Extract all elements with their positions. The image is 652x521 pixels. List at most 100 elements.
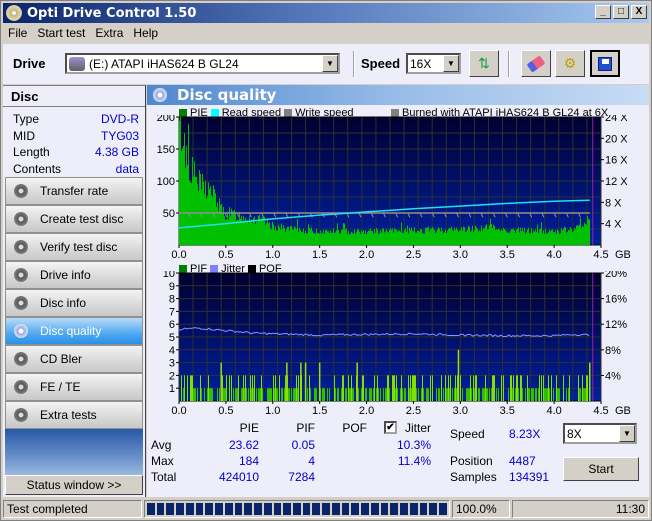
- y-tick-label: 1: [169, 383, 175, 395]
- disc-type-label: Type: [13, 112, 40, 126]
- disc-mid-label: MID: [13, 128, 35, 143]
- position-label: Position: [450, 454, 493, 468]
- y-right-tick-label: 16%: [605, 294, 627, 306]
- x-tick-label: 4.0: [546, 249, 561, 260]
- y-tick-label: 6: [169, 319, 175, 331]
- speed-label: Speed: [361, 56, 401, 71]
- speed-select[interactable]: 16X ▼: [406, 53, 461, 74]
- settings-button[interactable]: ⚙: [555, 50, 585, 77]
- disc-contents-label: Contents: [13, 161, 62, 176]
- x-tick-label: 1.5: [312, 405, 327, 416]
- disc-icon: [14, 352, 28, 366]
- progress-block: [409, 503, 418, 515]
- chevron-down-icon[interactable]: ▼: [443, 55, 459, 72]
- erase-button[interactable]: [521, 50, 551, 77]
- drive-icon: [69, 56, 85, 71]
- progress-block: [283, 503, 292, 515]
- x-tick-label: 4.5: [593, 405, 608, 416]
- x-tick-label: 2.0: [359, 405, 374, 416]
- x-tick-label: 2.5: [406, 249, 421, 260]
- x-tick-label: 3.0: [453, 405, 468, 416]
- save-button[interactable]: [590, 50, 620, 77]
- y-tick-label: 3: [169, 358, 175, 370]
- jitter-checkbox[interactable]: ✔: [384, 421, 397, 434]
- y-tick-label: 4: [169, 345, 175, 357]
- nav-disc-quality[interactable]: Disc quality: [5, 317, 143, 345]
- x-axis-unit: GB: [615, 249, 631, 260]
- disc-length-label: Length: [13, 145, 50, 159]
- nav-label: Create test disc: [40, 212, 124, 226]
- x-tick-label: 0.0: [171, 405, 186, 416]
- minimize-button[interactable]: _: [595, 5, 611, 19]
- chevron-down-icon[interactable]: ▼: [619, 425, 635, 442]
- progress-block: [215, 503, 223, 515]
- nav-fe-te[interactable]: FE / TE: [5, 373, 143, 401]
- progress-block: [419, 503, 428, 515]
- nav-transfer-rate[interactable]: Transfer rate: [5, 177, 143, 205]
- disc-row-type: Type DVD-R: [3, 111, 145, 128]
- progress-block: [380, 503, 389, 515]
- nav-cd-bler[interactable]: CD Bler: [5, 345, 143, 373]
- test-speed-select[interactable]: 8X ▼: [563, 423, 637, 444]
- menu-file[interactable]: File: [3, 26, 32, 40]
- status-time: 11:30: [512, 500, 649, 518]
- y-tick-label: 10: [163, 271, 175, 280]
- nav-disc-info[interactable]: Disc info: [5, 289, 143, 317]
- title-bar: Opti Drive Control 1.50 _ □ X: [3, 3, 649, 23]
- y-right-tick-label: 12 X: [605, 176, 628, 188]
- maximize-button[interactable]: □: [613, 5, 629, 19]
- close-button[interactable]: X: [631, 5, 647, 19]
- disc-icon: [14, 240, 28, 254]
- refresh-icon: ⇅: [478, 55, 490, 71]
- avg-jitter: 10.3%: [396, 438, 431, 452]
- pie-chart: 0.0 0.5 1.0 1.5 2.0 2.5 3.0 3.5 4.0 4.5 GB 50 100 150…: [157, 115, 631, 260]
- x-tick-label: 4.0: [546, 405, 561, 416]
- menu-extra[interactable]: Extra: [90, 26, 128, 40]
- toolbar-divider: [508, 51, 510, 77]
- x-tick-label: 0.5: [218, 249, 233, 260]
- y-tick-label: 200: [157, 115, 175, 124]
- start-button[interactable]: Start: [563, 457, 639, 481]
- refresh-button[interactable]: ⇅: [469, 50, 499, 77]
- nav-verify-test-disc[interactable]: Verify test disc: [5, 233, 143, 261]
- speed-stat-value: 8.23X: [509, 427, 541, 441]
- speed-stat-label: Speed: [450, 427, 485, 441]
- disc-icon: [14, 408, 28, 422]
- nav-drive-info[interactable]: Drive info: [5, 261, 143, 289]
- x-tick-label: 2.5: [406, 405, 421, 416]
- section-header: Disc quality: [147, 85, 649, 105]
- drive-label: Drive: [13, 56, 46, 71]
- speed-select-value: 16X: [410, 56, 432, 71]
- progress-block: [185, 503, 194, 515]
- progress-block: [331, 503, 340, 515]
- menu-help[interactable]: Help: [128, 26, 163, 40]
- disc-row-mid: MID TYG03: [3, 128, 145, 145]
- progress-block: [312, 503, 321, 515]
- toolbar: Drive (E:) ATAPI iHAS624 B GL24 ▼ Speed …: [3, 44, 649, 84]
- avg-pie: 23.62: [228, 438, 259, 452]
- chevron-down-icon[interactable]: ▼: [322, 55, 338, 72]
- nav-label: Transfer rate: [40, 184, 109, 198]
- y-right-tick-label: 20%: [605, 271, 627, 280]
- x-tick-label: 2.0: [359, 249, 374, 260]
- nav-create-test-disc[interactable]: Create test disc: [5, 205, 143, 233]
- progress-block: [370, 503, 379, 515]
- y-right-tick-label: 8%: [605, 345, 621, 357]
- disc-row-length: Length 4.38 GB: [3, 144, 145, 161]
- disc-mid-value: TYG03: [100, 128, 139, 143]
- drive-select-value: (E:) ATAPI iHAS624 B GL24: [89, 56, 239, 71]
- y-right-tick-label: 24 X: [605, 115, 628, 124]
- nav-extra-tests[interactable]: Extra tests: [5, 401, 143, 429]
- disc-icon: [14, 184, 28, 198]
- main-panel: Disc quality PIE Read speed Write speed …: [147, 85, 649, 497]
- menu-start-test[interactable]: Start test: [32, 26, 90, 40]
- status-window-button[interactable]: Status window >>: [5, 475, 143, 495]
- x-tick-label: 0.0: [171, 249, 186, 260]
- y-right-tick-label: 12%: [605, 319, 627, 331]
- progress-block: [302, 503, 311, 515]
- nav-label: Extra tests: [40, 408, 97, 422]
- max-pif: 4: [308, 454, 315, 468]
- drive-select[interactable]: (E:) ATAPI iHAS624 B GL24 ▼: [65, 53, 340, 74]
- disc-icon: [14, 324, 28, 338]
- disc-type-value: DVD-R: [101, 112, 139, 126]
